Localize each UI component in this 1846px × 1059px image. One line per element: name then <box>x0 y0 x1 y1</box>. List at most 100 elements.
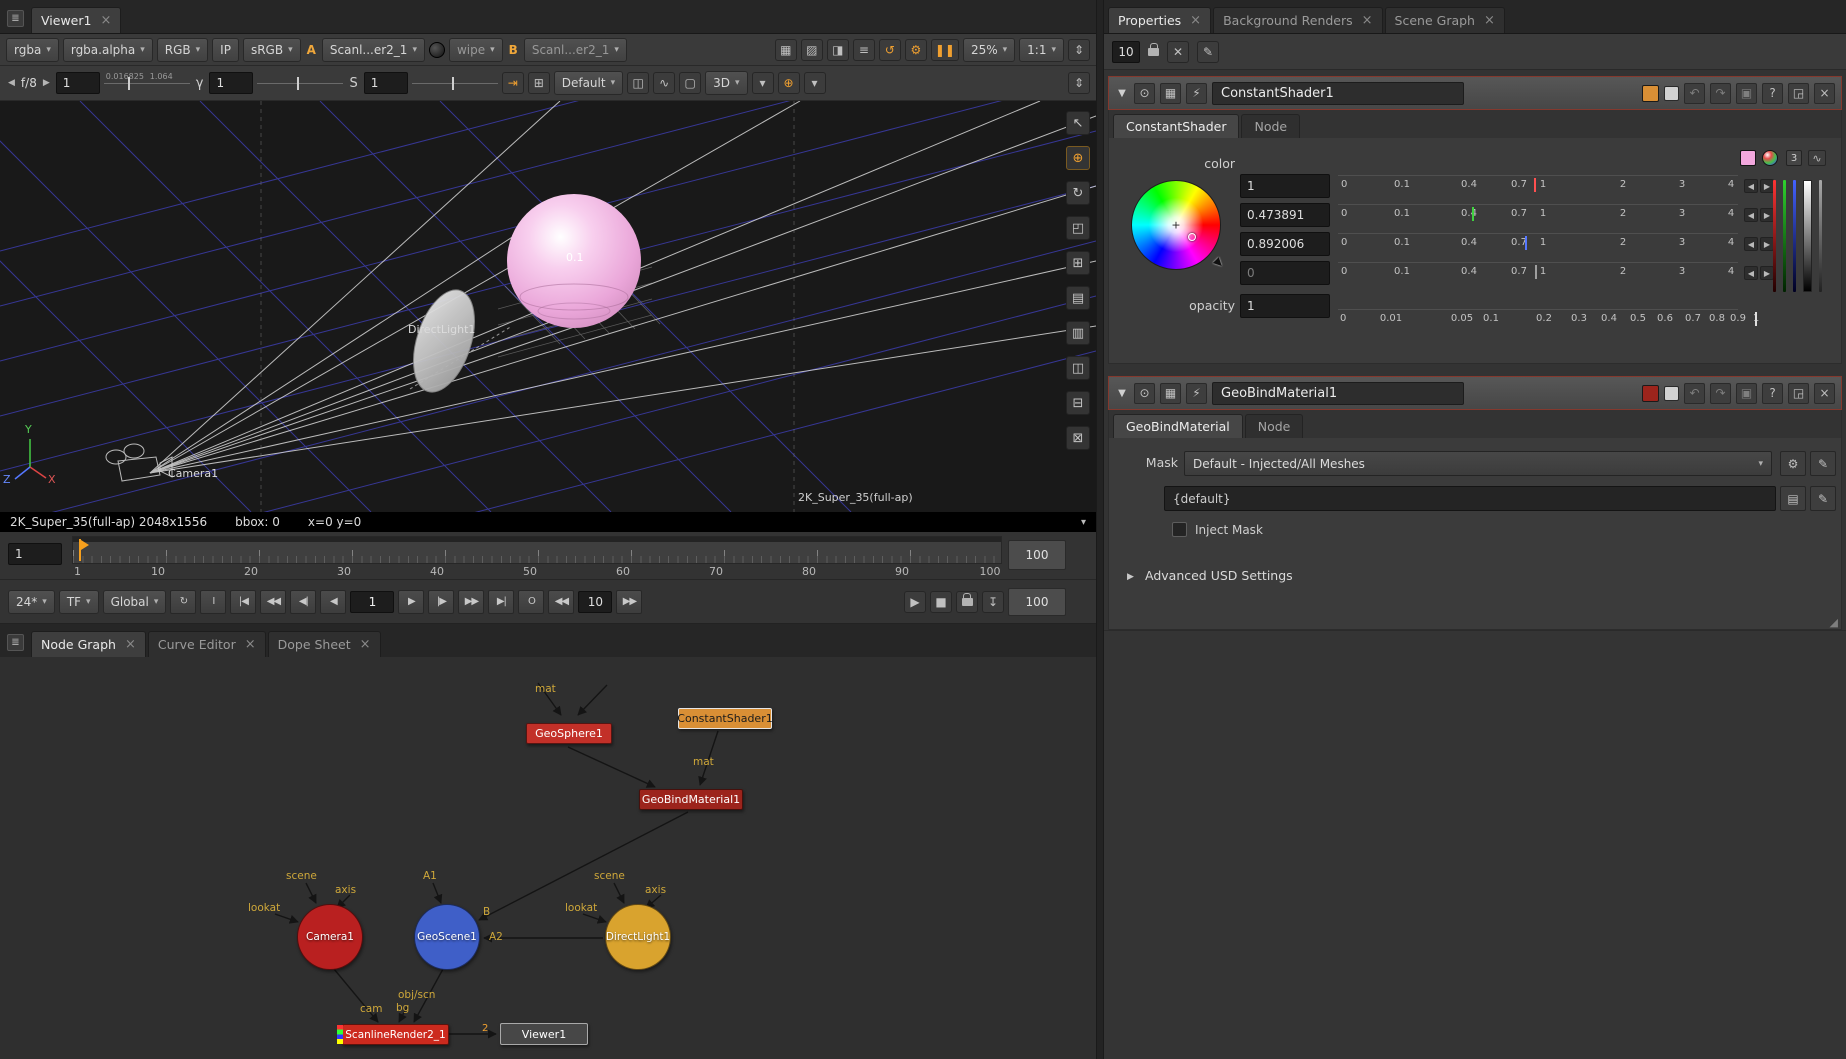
nudge-left-icon[interactable]: ◀ <box>1744 208 1758 222</box>
guides-icon[interactable]: ⊞ <box>528 72 550 94</box>
close-panel-icon[interactable]: × <box>1814 383 1835 404</box>
a-input-dropdown[interactable]: Scanl...er2_1▾ <box>322 38 425 62</box>
collapse-panel-icon[interactable]: ▼ <box>1115 388 1129 399</box>
revert-icon[interactable]: ▣ <box>1736 83 1757 104</box>
advanced-settings-expander-icon[interactable]: ▶ <box>1127 572 1134 582</box>
slider-handle[interactable] <box>1534 178 1536 192</box>
out-point-button[interactable]: O <box>518 590 544 614</box>
red-strip[interactable] <box>1773 180 1776 292</box>
viewer-3d-viewport[interactable]: 0.1 DirectLight1 Camera1 2K_Super_35(ful… <box>0 101 1096 512</box>
inject-mask-checkbox[interactable] <box>1172 522 1187 537</box>
range-start-input[interactable]: 1 <box>8 543 62 565</box>
node-geosphere1[interactable]: GeoSphere1 <box>526 723 612 744</box>
pane-menu-icon[interactable]: ≣ <box>7 634 24 651</box>
slider-nudge[interactable]: ◀▶ <box>1744 237 1774 251</box>
nudge-right-icon[interactable]: ▶ <box>1760 179 1774 193</box>
slider-nudge[interactable]: ◀▶ <box>1744 266 1774 280</box>
close-icon[interactable]: × <box>1190 16 1201 26</box>
node-viewer1[interactable]: Viewer1 <box>500 1023 588 1045</box>
current-color-swatch[interactable] <box>1740 150 1756 166</box>
nudge-right-icon[interactable]: ▶ <box>1760 266 1774 280</box>
tab-properties[interactable]: Properties × <box>1108 7 1211 33</box>
mask-edit-icon[interactable]: ✎ <box>1810 451 1836 476</box>
float-panel-icon[interactable]: ◲ <box>1788 383 1809 404</box>
redo-icon[interactable]: ↷ <box>1710 383 1731 404</box>
edit-panels-icon[interactable]: ✎ <box>1197 41 1219 63</box>
wheel-picker-dot[interactable] <box>1188 233 1196 241</box>
undo-icon[interactable]: ↶ <box>1684 83 1705 104</box>
tab-node[interactable]: Node <box>1245 414 1304 438</box>
node-color-swatch[interactable] <box>1642 85 1659 102</box>
stereo-views-icon[interactable]: ◫ <box>627 72 649 94</box>
close-icon[interactable]: × <box>1484 16 1495 26</box>
lock-panels-icon[interactable] <box>1148 48 1159 56</box>
wipe-mode-icon[interactable]: ▨ <box>801 39 823 61</box>
slider-handle[interactable] <box>1525 236 1527 250</box>
b-input-dropdown[interactable]: Scanl...er2_1▾ <box>524 38 627 62</box>
nudge-left-icon[interactable]: ◀ <box>1744 266 1758 280</box>
tab-scene-graph[interactable]: Scene Graph × <box>1385 7 1505 33</box>
saturation-slider-handle[interactable] <box>452 77 454 90</box>
help-icon[interactable]: ? <box>1762 83 1783 104</box>
redo-icon[interactable]: ↷ <box>1710 83 1731 104</box>
clear-all-panels-icon[interactable]: ✕ <box>1167 41 1189 63</box>
prev-keyframe-button[interactable]: ◀◀ <box>260 590 286 614</box>
timeline-format-dropdown[interactable]: TF▾ <box>59 590 99 614</box>
tab-background-renders[interactable]: Background Renders × <box>1213 7 1382 33</box>
slider-handle[interactable] <box>1755 312 1757 326</box>
checker-background-icon[interactable]: ▦ <box>775 39 797 61</box>
viewport-canvas[interactable] <box>0 101 1096 512</box>
play-backward-button[interactable]: ◀ <box>320 590 346 614</box>
color-blue-field[interactable]: 0.892006 <box>1240 232 1330 256</box>
channels-dropdown[interactable]: rgba▾ <box>6 38 59 62</box>
tab-node[interactable]: Node <box>1241 114 1300 138</box>
gamma-field[interactable]: 1 <box>209 72 253 94</box>
axis-grid-icon[interactable]: ⊞ <box>1066 251 1090 275</box>
node-directlight1[interactable]: DirectLight1 <box>605 904 671 970</box>
flipbook-icon[interactable]: ▶ <box>904 591 926 613</box>
viewer-default-lut-dropdown[interactable]: Default▾ <box>554 71 623 95</box>
close-icon[interactable]: × <box>100 16 111 26</box>
center-node-icon[interactable]: ⊙ <box>1134 83 1155 104</box>
tab-constantshader[interactable]: ConstantShader <box>1113 114 1239 138</box>
close-icon[interactable]: × <box>360 640 371 650</box>
node-name-field[interactable]: ConstantShader1 <box>1212 82 1464 105</box>
max-panels-field[interactable]: 10 <box>1112 41 1140 63</box>
collapse-panel-icon[interactable]: ▼ <box>1115 88 1129 99</box>
display-wireframe-icon[interactable]: ▤ <box>1066 286 1090 310</box>
color-green-field[interactable]: 0.473891 <box>1240 203 1330 227</box>
pane-splitter[interactable] <box>1096 0 1104 1059</box>
expression-edit-icon[interactable]: ✎ <box>1810 486 1836 511</box>
tmi-strips[interactable] <box>1773 180 1822 292</box>
center-node-icon[interactable]: ⊙ <box>1134 383 1155 404</box>
wipe-center-icon[interactable] <box>429 42 445 58</box>
histogram-icon[interactable]: ∿ <box>653 72 675 94</box>
node-icon[interactable]: ▦ <box>1160 83 1181 104</box>
pause-icon[interactable]: ❚❚ <box>931 39 959 61</box>
gray-strip[interactable] <box>1819 180 1822 292</box>
color-red-field[interactable]: 1 <box>1240 174 1330 198</box>
step-forward-button[interactable]: |▶ <box>428 590 454 614</box>
step-back-button[interactable]: ◀| <box>290 590 316 614</box>
expose-icon[interactable]: ⚡ <box>1186 83 1207 104</box>
color-picker-ball-icon[interactable] <box>1762 150 1778 166</box>
list-picker-icon[interactable]: ▤ <box>1780 486 1806 511</box>
close-panel-icon[interactable]: × <box>1814 83 1835 104</box>
tab-curve-editor[interactable]: Curve Editor × <box>148 631 266 657</box>
display-style-dropdown[interactable]: RGB▾ <box>157 38 208 62</box>
camera-select-icon[interactable]: ▾ <box>752 72 774 94</box>
channel-count-button[interactable]: 3 <box>1786 150 1802 166</box>
panel-resize-corner[interactable]: ◢ <box>1830 616 1838 629</box>
animation-curve-icon[interactable]: ∿ <box>1808 150 1826 166</box>
frame-range-icon[interactable]: ■ <box>930 591 952 613</box>
green-strip[interactable] <box>1783 180 1786 292</box>
view-options-icon[interactable]: ▾ <box>804 72 826 94</box>
node-geoscene1[interactable]: GeoScene1 <box>414 904 480 970</box>
info-bar-menu-icon[interactable]: ▾ <box>1081 517 1086 528</box>
opacity-slider[interactable]: 00.010.050.10.20.30.40.50.60.70.80.91 <box>1338 312 1780 329</box>
wipe-dropdown[interactable]: wipe▾ <box>449 38 503 62</box>
timeline-ruler[interactable] <box>72 536 1002 564</box>
slider-handle[interactable] <box>1472 207 1474 221</box>
expose-icon[interactable]: ⚡ <box>1186 383 1207 404</box>
tab-viewer1[interactable]: Viewer1 × <box>31 7 121 33</box>
